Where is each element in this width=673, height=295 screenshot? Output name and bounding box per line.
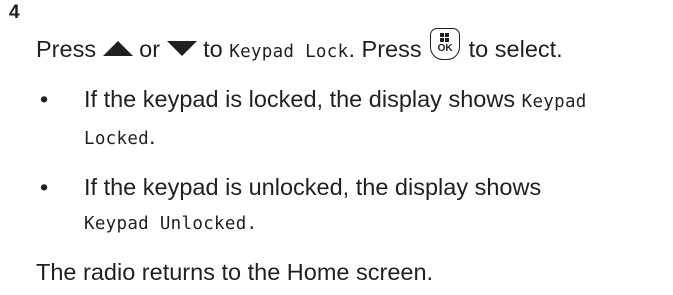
result-list: • If the keypad is locked, the display s… [36,82,666,241]
period-text: . [348,36,355,62]
list-item-text: If the keypad is locked, the display sho… [84,86,516,112]
up-arrow-icon [102,41,133,56]
down-arrow-icon [166,41,197,56]
bullet: • [40,86,49,112]
ok-key-label: OK [437,43,453,54]
list-item-text: If the keypad is unlocked, the display s… [84,174,542,200]
menu-item-keypad-lock: Keypad Lock [229,42,349,62]
list-item: • If the keypad is locked, the display s… [36,82,666,156]
press-text-2: Press [361,36,422,62]
result-text: The radio returns to the Home screen. [36,259,434,285]
menu-grid-icon [440,33,450,42]
step-instruction: Press or to Keypad Lock. Press OK to sel… [36,28,666,69]
step-number: 4 [9,2,20,23]
bullet: • [40,174,49,200]
display-message: Keypad Unlocked. [84,214,258,234]
or-text: or [139,36,161,62]
press-text: Press [36,36,97,62]
to-select-text: to select. [468,36,563,62]
menu-ok-key-icon: OK [430,28,461,60]
list-item-end: . [149,123,156,149]
to-text: to [203,36,223,62]
list-item: • If the keypad is unlocked, the display… [36,170,666,241]
step-content: Press or to Keypad Lock. Press OK to sel… [36,28,666,289]
